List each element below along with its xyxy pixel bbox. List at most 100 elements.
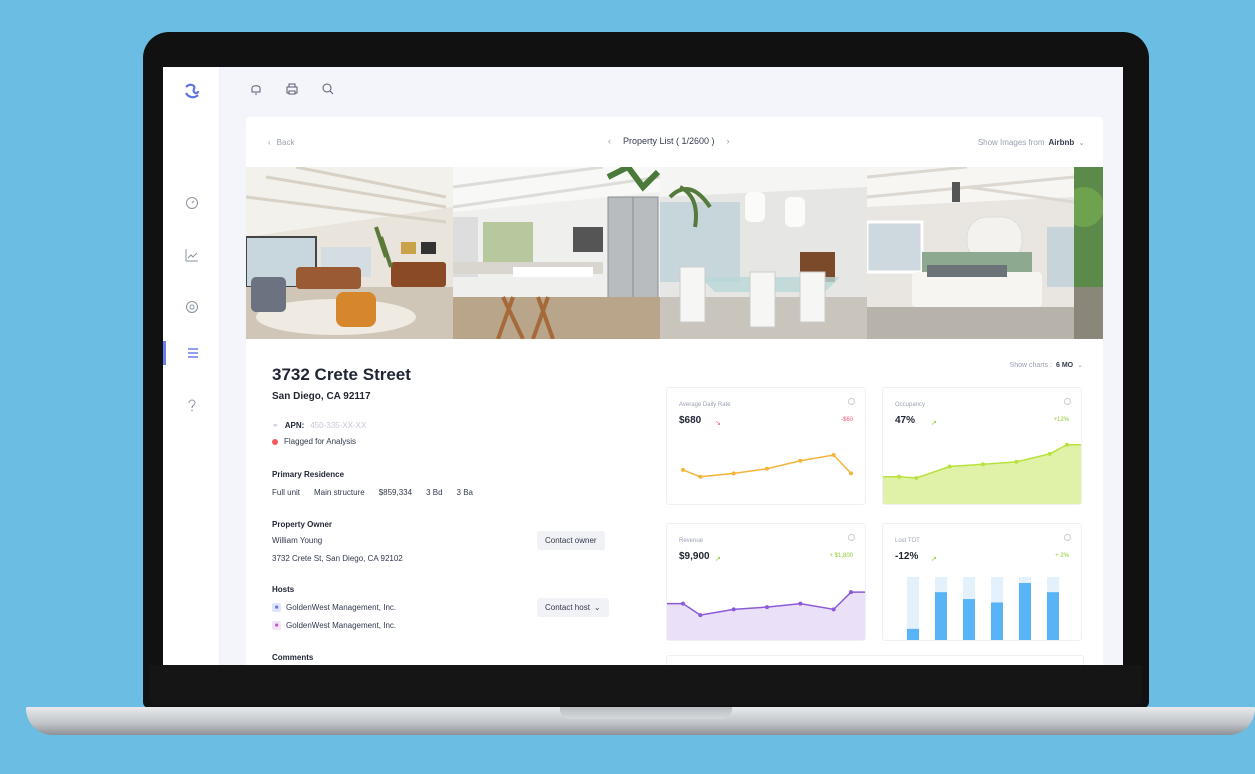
chart-value: $9,900 <box>679 551 710 562</box>
chart-change: +12% <box>1053 417 1069 423</box>
comments-title: Comments <box>272 653 314 662</box>
kitchen-photo[interactable] <box>453 167 660 339</box>
owner-address: 3732 Crete St, San Diego, CA 92102 <box>272 554 403 563</box>
next-property-button[interactable]: › <box>727 136 730 146</box>
logo-icon[interactable] <box>182 81 202 101</box>
data-point <box>914 475 919 480</box>
data-point <box>897 474 901 479</box>
chart-title: Revenue <box>679 538 704 544</box>
sidebar-item-map[interactable] <box>163 295 220 319</box>
link-icon: ⚭ <box>272 421 279 430</box>
flag-label: Flagged for Analysis <box>284 437 357 446</box>
contact-host-button[interactable]: Contact host ⌄ <box>537 598 609 617</box>
bar <box>1047 592 1059 640</box>
chart-change: -$60 <box>840 417 853 423</box>
host-item[interactable]: ■ GoldenWest Management, Inc. <box>272 621 396 630</box>
data-point <box>849 471 853 476</box>
bell-icon[interactable] <box>248 81 264 97</box>
chart-range-select[interactable]: Show charts : 6 MO ⌄ <box>1010 361 1083 370</box>
show-images-label: Show Images from <box>977 138 1045 147</box>
data-point <box>698 474 703 479</box>
image-source-select[interactable]: Show Images from Airbnb ⌄ <box>978 138 1085 147</box>
area-fill <box>667 592 865 640</box>
data-point <box>831 607 836 612</box>
laptop-bezel <box>150 665 1142 705</box>
property-details: 3732 Crete Street San Diego, CA 92117 ⚭ … <box>272 365 632 662</box>
owner-name: William Young <box>272 536 322 545</box>
chart-title: Average Daily Rate <box>679 402 731 408</box>
residence-baths: 3 Ba <box>456 488 474 497</box>
apn-label: APN: <box>284 421 305 430</box>
chart-value: 47% <box>895 415 916 426</box>
chart-plot <box>883 442 1081 504</box>
living-room-photo[interactable] <box>246 167 453 339</box>
info-icon[interactable] <box>848 398 855 405</box>
host-name: GoldenWest Management, Inc. <box>286 603 397 612</box>
info-icon[interactable] <box>1064 534 1071 541</box>
info-icon[interactable] <box>848 534 855 541</box>
trend-down-icon: ↘ <box>715 420 721 427</box>
data-point <box>681 601 685 606</box>
data-point <box>849 590 853 595</box>
info-icon[interactable] <box>1064 398 1071 405</box>
printer-icon[interactable] <box>284 81 300 97</box>
host-item[interactable]: ■ GoldenWest Management, Inc. <box>272 603 396 612</box>
photo-gallery[interactable] <box>246 167 1103 339</box>
chevron-down-icon: ⌄ <box>1078 138 1085 147</box>
host-name: GoldenWest Management, Inc. <box>286 621 397 630</box>
bedroom-photo[interactable] <box>867 167 1074 339</box>
sidebar-item-help[interactable] <box>163 393 220 417</box>
residence-unit: Full unit <box>272 488 301 497</box>
bar <box>991 602 1003 640</box>
back-button[interactable]: ‹ Back <box>268 138 294 147</box>
bar <box>907 628 919 640</box>
location-icon <box>185 301 198 313</box>
prev-property-button[interactable]: ‹ <box>608 136 611 146</box>
chart-occupancy: Occupancy 47% ↗ +12% <box>882 387 1082 505</box>
residence-info: Full unit Main structure $859,334 3 Bd 3… <box>272 488 473 497</box>
data-point <box>681 467 685 472</box>
property-list-label: Property List ( 1/2600 ) <box>623 136 715 146</box>
data-point <box>765 605 769 610</box>
property-pager: ‹ Property List ( 1/2600 ) › <box>608 136 730 146</box>
back-label: Back <box>276 138 295 147</box>
chart-icon <box>185 249 198 262</box>
contact-owner-button[interactable]: Contact owner <box>537 531 605 550</box>
dining-room-photo[interactable] <box>660 167 867 339</box>
data-point <box>1047 451 1052 456</box>
property-city: San Diego, CA 92117 <box>272 391 371 402</box>
apn-row: ⚭ APN: 450-335-XX-XX <box>272 421 366 430</box>
chart-title: Occupancy <box>895 402 926 408</box>
apn-value: 450-335-XX-XX <box>310 421 367 430</box>
topbar <box>220 67 1123 115</box>
area-fill <box>883 444 1081 504</box>
bar <box>963 599 975 640</box>
building-icon: ■ <box>272 603 281 612</box>
data-point <box>731 607 736 612</box>
exterior-photo[interactable] <box>1074 167 1103 339</box>
owner-address-text: 3732 Crete St, San Diego, CA 92102 <box>272 554 403 563</box>
trend-up-icon: ↗ <box>931 556 937 563</box>
main-area: ‹ Back ‹ Property List ( 1/2600 ) › Show… <box>220 67 1123 665</box>
data-point <box>731 471 736 476</box>
chart-plot <box>667 590 865 640</box>
trend-up-icon: ↗ <box>715 556 721 563</box>
owner-title: Property Owner <box>272 520 333 529</box>
sidebar-item-analytics[interactable] <box>163 243 220 267</box>
data-point <box>831 453 836 458</box>
additional-panel <box>666 655 1084 665</box>
data-point <box>798 458 803 463</box>
contact-host-label: Contact host <box>545 603 590 612</box>
sidebar-item-dashboard[interactable] <box>163 191 220 215</box>
sidebar-item-list[interactable] <box>163 341 220 365</box>
show-images-value: Airbnb <box>1048 138 1075 147</box>
chevron-left-icon: ‹ <box>268 138 271 147</box>
search-icon[interactable] <box>320 81 336 97</box>
dashboard-icon <box>185 197 198 209</box>
data-point <box>981 462 985 467</box>
chart-revenue: Revenue $9,900 ↗ + $1,800 <box>666 523 866 641</box>
data-point <box>765 466 769 471</box>
chart-value: $680 <box>679 415 702 426</box>
airbnb-icon: ■ <box>272 621 281 630</box>
chart-average-daily-rate: Average Daily Rate $680 ↘ -$60 <box>666 387 866 505</box>
